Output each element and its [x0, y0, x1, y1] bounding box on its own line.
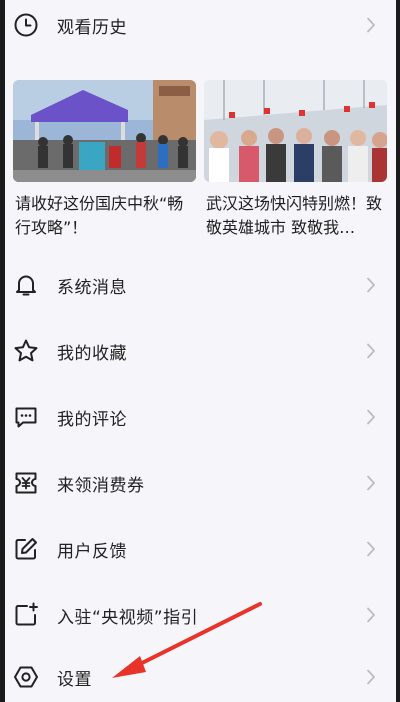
chevron-right-icon: [366, 17, 376, 33]
chevron-right-icon: [366, 669, 376, 685]
bell-icon: [13, 272, 39, 298]
menu-item-label: 观看历史: [57, 17, 127, 38]
edit-icon: [13, 536, 39, 562]
history-cards: 请收好这份国庆中秋“畅行攻略”！ 武汉这场快闪特别燃！致敬英雄城市 致敬我…: [5, 66, 396, 250]
chevron-right-icon: [366, 277, 376, 293]
menu-item-label: 来领消费券: [57, 475, 145, 496]
menu-item-label: 设置: [57, 669, 92, 690]
menu-panel: 观看历史 请收好这份国庆中秋“畅行攻略”！ 武汉这场快闪特别燃！致敬英雄城市 致…: [5, 0, 396, 702]
coupon-icon: [13, 470, 39, 496]
clock-icon: [13, 12, 39, 38]
menu-item-favorites[interactable]: 我的收藏: [5, 318, 396, 384]
menu-item-label: 入驻“央视频”指引: [57, 607, 199, 628]
menu-item-label: 系统消息: [57, 277, 127, 298]
video-card[interactable]: 请收好这份国庆中秋“畅行攻略”！: [13, 80, 196, 240]
chevron-right-icon: [366, 409, 376, 425]
settings-icon: [13, 664, 39, 690]
video-thumbnail: [13, 80, 196, 182]
add-post-icon: [13, 602, 39, 628]
video-card-title: 请收好这份国庆中秋“畅行攻略”！: [15, 194, 184, 237]
menu-item-system-messages[interactable]: 系统消息: [5, 252, 396, 318]
menu-item-join-guide[interactable]: 入驻“央视频”指引: [5, 582, 396, 648]
menu-item-history[interactable]: 观看历史: [5, 0, 396, 58]
menu-item-coupons[interactable]: 来领消费券: [5, 450, 396, 516]
menu-item-label: 我的收藏: [57, 343, 127, 364]
chevron-right-icon: [366, 607, 376, 623]
video-card-title: 武汉这场快闪特别燃！致敬英雄城市 致敬我…: [206, 194, 383, 237]
menu-item-label: 用户反馈: [57, 541, 127, 562]
menu-item-feedback[interactable]: 用户反馈: [5, 516, 396, 582]
chevron-right-icon: [366, 541, 376, 557]
video-card[interactable]: 武汉这场快闪特别燃！致敬英雄城市 致敬我…: [204, 80, 387, 240]
chevron-right-icon: [366, 475, 376, 491]
chevron-right-icon: [366, 343, 376, 359]
video-thumbnail: [204, 80, 387, 182]
menu-item-comments[interactable]: 我的评论: [5, 384, 396, 450]
star-icon: [13, 338, 39, 364]
menu-item-label: 我的评论: [57, 409, 127, 430]
menu-item-settings[interactable]: 设置: [5, 644, 396, 702]
comment-icon: [13, 404, 39, 430]
